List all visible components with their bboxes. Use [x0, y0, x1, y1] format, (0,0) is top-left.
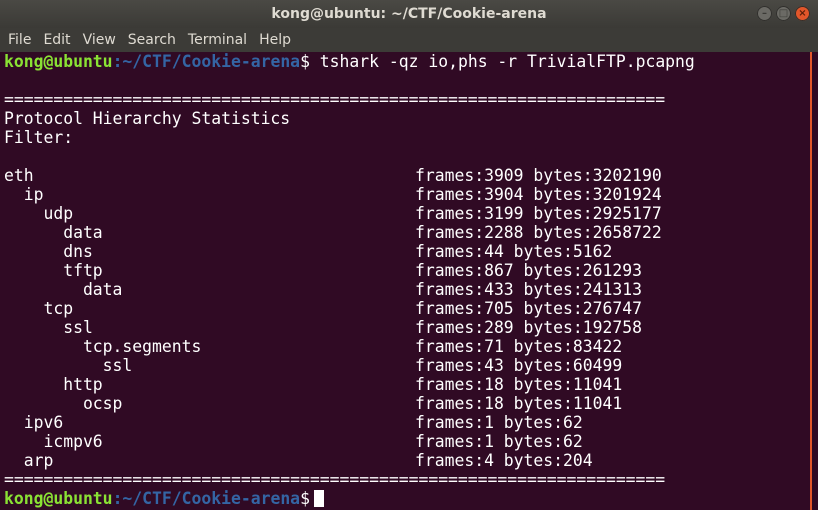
protocol-name: dns [4, 242, 93, 261]
minimize-button[interactable]: – [757, 6, 772, 21]
protocol-name: tftp [4, 261, 103, 280]
output-filter: Filter: [4, 128, 74, 147]
protocol-stats: frames:71 bytes:83422 [415, 337, 623, 356]
protocol-stats: frames:18 bytes:11041 [415, 375, 623, 394]
protocol-name: eth [4, 166, 34, 185]
table-row: ocsp frames:18 bytes:11041 [4, 394, 810, 413]
scrollbar[interactable] [810, 52, 818, 510]
protocol-stats: frames:43 bytes:60499 [415, 356, 623, 375]
menu-view[interactable]: View [77, 28, 122, 52]
table-row: dns frames:44 bytes:5162 [4, 242, 810, 261]
protocol-name: ssl [4, 356, 133, 375]
table-row: tcp frames:705 bytes:276747 [4, 299, 810, 318]
table-row: icmpv6 frames:1 bytes:62 [4, 432, 810, 451]
protocol-stats: frames:3199 bytes:2925177 [415, 204, 662, 223]
table-row: data frames:2288 bytes:2658722 [4, 223, 810, 242]
menu-help[interactable]: Help [253, 28, 297, 52]
command-text: tshark -qz io,phs -r TrivialFTP.pcapng [309, 52, 695, 71]
close-button[interactable]: × [795, 6, 810, 21]
table-row: ipv6 frames:1 bytes:62 [4, 413, 810, 432]
protocol-name: arp [4, 451, 54, 470]
table-row: ssl frames:289 bytes:192758 [4, 318, 810, 337]
window-title: kong@ubuntu: ~/CTF/Cookie-arena [271, 6, 547, 22]
protocol-stats: frames:867 bytes:261293 [415, 261, 642, 280]
protocol-stats: frames:1 bytes:62 [415, 413, 583, 432]
prompt-path: :~/CTF/Cookie-arena [112, 489, 301, 508]
table-row: tcp.segments frames:71 bytes:83422 [4, 337, 810, 356]
protocol-name: http [4, 375, 103, 394]
table-row: ssl frames:43 bytes:60499 [4, 356, 810, 375]
protocol-name: data [4, 223, 103, 242]
table-row: http frames:18 bytes:11041 [4, 375, 810, 394]
protocol-stats: frames:2288 bytes:2658722 [415, 223, 662, 242]
protocol-stats: frames:44 bytes:5162 [415, 242, 613, 261]
title-bar[interactable]: kong@ubuntu: ~/CTF/Cookie-arena – □ × [0, 0, 818, 28]
window-controls: – □ × [757, 6, 810, 21]
protocol-stats: frames:705 bytes:276747 [415, 299, 642, 318]
menu-terminal[interactable]: Terminal [182, 28, 253, 52]
maximize-button[interactable]: □ [776, 6, 791, 21]
protocol-stats: frames:18 bytes:11041 [415, 394, 623, 413]
prompt-user: kong@ubuntu [4, 52, 113, 71]
prompt-user: kong@ubuntu [4, 489, 113, 508]
table-row: udp frames:3199 bytes:2925177 [4, 204, 810, 223]
protocol-name: ssl [4, 318, 93, 337]
text-cursor [313, 490, 324, 507]
separator-bottom: ========================================… [4, 470, 666, 489]
protocol-name: tcp.segments [4, 337, 202, 356]
table-row: tftp frames:867 bytes:261293 [4, 261, 810, 280]
protocol-stats: frames:289 bytes:192758 [415, 318, 642, 337]
protocol-name: icmpv6 [4, 432, 103, 451]
protocol-name: tcp [4, 299, 74, 318]
table-row: ip frames:3904 bytes:3201924 [4, 185, 810, 204]
protocol-name: ipv6 [4, 413, 64, 432]
protocol-name: ocsp [4, 394, 123, 413]
table-row: arp frames:4 bytes:204 [4, 451, 810, 470]
protocol-stats: frames:4 bytes:204 [415, 451, 593, 470]
separator-top: ========================================… [4, 90, 666, 109]
menu-search[interactable]: Search [122, 28, 182, 52]
protocol-stats: frames:3904 bytes:3201924 [415, 185, 662, 204]
command-line: kong@ubuntu:~/CTF/Cookie-arena$ tshark -… [4, 52, 810, 71]
protocol-stats: frames:1 bytes:62 [415, 432, 583, 451]
menu-edit[interactable]: Edit [37, 28, 76, 52]
terminal-window: kong@ubuntu: ~/CTF/Cookie-arena – □ × Fi… [0, 0, 818, 510]
protocol-stats: frames:433 bytes:241313 [415, 280, 642, 299]
menu-bar: File Edit View Search Terminal Help [0, 28, 818, 52]
output-heading: Protocol Hierarchy Statistics [4, 109, 291, 128]
prompt-symbol: $ [300, 52, 310, 71]
menu-file[interactable]: File [2, 28, 37, 52]
protocol-name: data [4, 280, 123, 299]
prompt-symbol: $ [300, 489, 310, 508]
prompt-path: :~/CTF/Cookie-arena [112, 52, 301, 71]
prompt-line: kong@ubuntu:~/CTF/Cookie-arena$ [4, 489, 810, 508]
protocol-name: udp [4, 204, 74, 223]
protocol-stats: frames:3909 bytes:3202190 [415, 166, 662, 185]
protocol-name: ip [4, 185, 44, 204]
table-row: eth frames:3909 bytes:3202190 [4, 166, 810, 185]
table-row: data frames:433 bytes:241313 [4, 280, 810, 299]
terminal-output[interactable]: kong@ubuntu:~/CTF/Cookie-arena$ tshark -… [0, 52, 810, 510]
